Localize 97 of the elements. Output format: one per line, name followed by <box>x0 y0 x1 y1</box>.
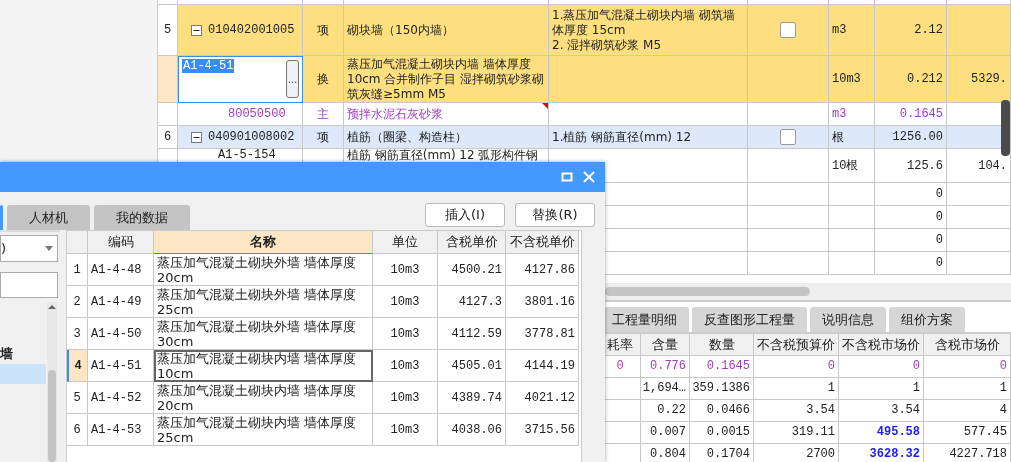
table-cell: 4505.01 <box>438 350 506 382</box>
quantity-cell: 125.6 <box>875 149 947 183</box>
row-number: 5 <box>158 5 178 56</box>
code-text: 010402001005 <box>208 23 295 37</box>
table-cell: 0.007 <box>641 422 690 444</box>
type-cell: 项 <box>303 5 344 56</box>
quantity-cell: 1256.00 <box>875 126 947 149</box>
table-cell: 4227.718 <box>924 444 1011 462</box>
table-cell: 4389.74 <box>438 382 506 414</box>
table-cell: 蒸压加气混凝土砌块外墙 墙体厚度 30cm <box>154 318 373 350</box>
table-cell: 3.54 <box>839 400 924 422</box>
name-text: 蒸压加气混凝土砌块内墙 墙体厚度 10cm 合并制作子目 湿拌砌筑砂浆砌筑灰缝≥5mm M5 <box>347 56 545 102</box>
table-cell: 0.804 <box>641 444 690 462</box>
quantity-cell: 0 <box>875 252 947 275</box>
table-cell: 0.0015 <box>690 422 754 444</box>
price-cell: 5329. <box>947 56 1011 103</box>
column-header: 不含税预算价 <box>754 334 839 356</box>
table-cell: A1-4-52 <box>88 382 154 414</box>
row-number: 5 <box>67 382 88 414</box>
table-cell: 蒸压加气混凝土砌块外墙 墙体厚度 20cm <box>154 254 373 286</box>
unit-cell: m3 <box>829 5 875 56</box>
code-text: 040901008002 <box>208 130 295 144</box>
quantity-cell: 2.12 <box>875 5 947 56</box>
column-header: 不含税市场价 <box>839 334 924 356</box>
table-cell: 4500.21 <box>438 254 506 286</box>
table-cell: 0.1645 <box>690 356 754 378</box>
table-cell: 0.22 <box>641 400 690 422</box>
type-cell: 项 <box>303 126 344 149</box>
table-cell: 3.54 <box>754 400 839 422</box>
row-number: 4 <box>67 350 88 382</box>
table-cell: 3715.56 <box>506 414 579 446</box>
table-cell: 1 <box>754 378 839 400</box>
quantity-cell: 0 <box>875 206 947 229</box>
table-cell: 0 <box>924 356 1011 378</box>
table-cell: 495.58 <box>839 422 924 444</box>
table-cell: 4112.59 <box>438 318 506 350</box>
table-cell: A1-4-51 <box>88 350 154 382</box>
unit-cell: 10m3 <box>829 56 875 103</box>
code-cell: 80050500 <box>178 103 303 126</box>
feature-text: 1.蒸压加气混凝土砌块内墙 砌筑墙体厚度 15cm 2. 湿拌砌筑砂浆 M5 <box>552 7 737 53</box>
unit-cell: 10根 <box>829 149 875 183</box>
column-header: 数量 <box>690 334 754 356</box>
table-cell: 蒸压加气混凝土砌块内墙 墙体厚度 10cm <box>154 350 373 382</box>
table-cell: 10m3 <box>373 350 438 382</box>
column-header: 含税市场价 <box>924 334 1011 356</box>
table-cell: 1 <box>924 378 1011 400</box>
table-cell: 577.45 <box>924 422 1011 444</box>
table-cell: 10m3 <box>373 254 438 286</box>
quantity-cell: 0.1645 <box>875 103 947 126</box>
table-cell: A1-4-49 <box>88 286 154 318</box>
table-cell: A1-4-48 <box>88 254 154 286</box>
column-header: 含量 <box>641 334 690 356</box>
table-cell: 4 <box>924 400 1011 422</box>
table-cell: 359.1386 <box>690 378 754 400</box>
type-cell: 换 <box>303 56 344 103</box>
table-cell: 3801.16 <box>506 286 579 318</box>
quantity-cell: 0 <box>875 229 947 252</box>
price-cell: 104. <box>947 149 1011 183</box>
table-cell: 3628.32 <box>839 444 924 462</box>
table-cell: 3778.81 <box>506 318 579 350</box>
table-cell: 4021.12 <box>506 382 579 414</box>
table-cell: 0 <box>839 356 924 378</box>
table-cell: 4127.3 <box>438 286 506 318</box>
table-cell: 4127.86 <box>506 254 579 286</box>
unit-cell: 根 <box>829 126 875 149</box>
table-cell: 蒸压加气混凝土砌块内墙 墙体厚度 25cm <box>154 414 373 446</box>
table-cell: 蒸压加气混凝土砌块外墙 墙体厚度 25cm <box>154 286 373 318</box>
row-number: 6 <box>67 414 88 446</box>
table-cell: 蒸压加气混凝土砌块内墙 墙体厚度 20cm <box>154 382 373 414</box>
table-cell: 1,694… <box>641 378 690 400</box>
table-cell: 10m3 <box>373 414 438 446</box>
table-cell: 10m3 <box>373 286 438 318</box>
type-cell: 主 <box>303 103 344 126</box>
table-cell: A1-4-50 <box>88 318 154 350</box>
table-cell: 4144.19 <box>506 350 579 382</box>
quantity-cell: 0.212 <box>875 56 947 103</box>
table-cell: A1-4-53 <box>88 414 154 446</box>
name-text: 植筋 钢筋直径(mm) 12 弧形构件钢 <box>347 149 539 161</box>
unit-cell: m3 <box>829 103 875 126</box>
table-cell: 10m3 <box>373 382 438 414</box>
row-number: 6 <box>158 126 178 149</box>
table-cell: 2700 <box>754 444 839 462</box>
quantity-cell: 0 <box>875 183 947 206</box>
feature-text: 1.植筋 钢筋直径(mm) 12 <box>552 129 692 145</box>
table-cell: 1 <box>839 378 924 400</box>
table-cell: 10m3 <box>373 318 438 350</box>
row-number: 2 <box>67 286 88 318</box>
row-number: 1 <box>67 254 88 286</box>
name-text: 预拌水泥石灰砂浆 <box>347 106 443 122</box>
table-cell: 0.0466 <box>690 400 754 422</box>
table-cell: 0 <box>754 356 839 378</box>
table-cell: 0.776 <box>641 356 690 378</box>
table-cell: 4038.06 <box>438 414 506 446</box>
table-cell: 319.11 <box>754 422 839 444</box>
table-cell: 0.1704 <box>690 444 754 462</box>
name-text: 砌块墙（150内墙） <box>347 22 454 38</box>
name-text: 植筋（圈梁、构造柱） <box>347 129 467 145</box>
